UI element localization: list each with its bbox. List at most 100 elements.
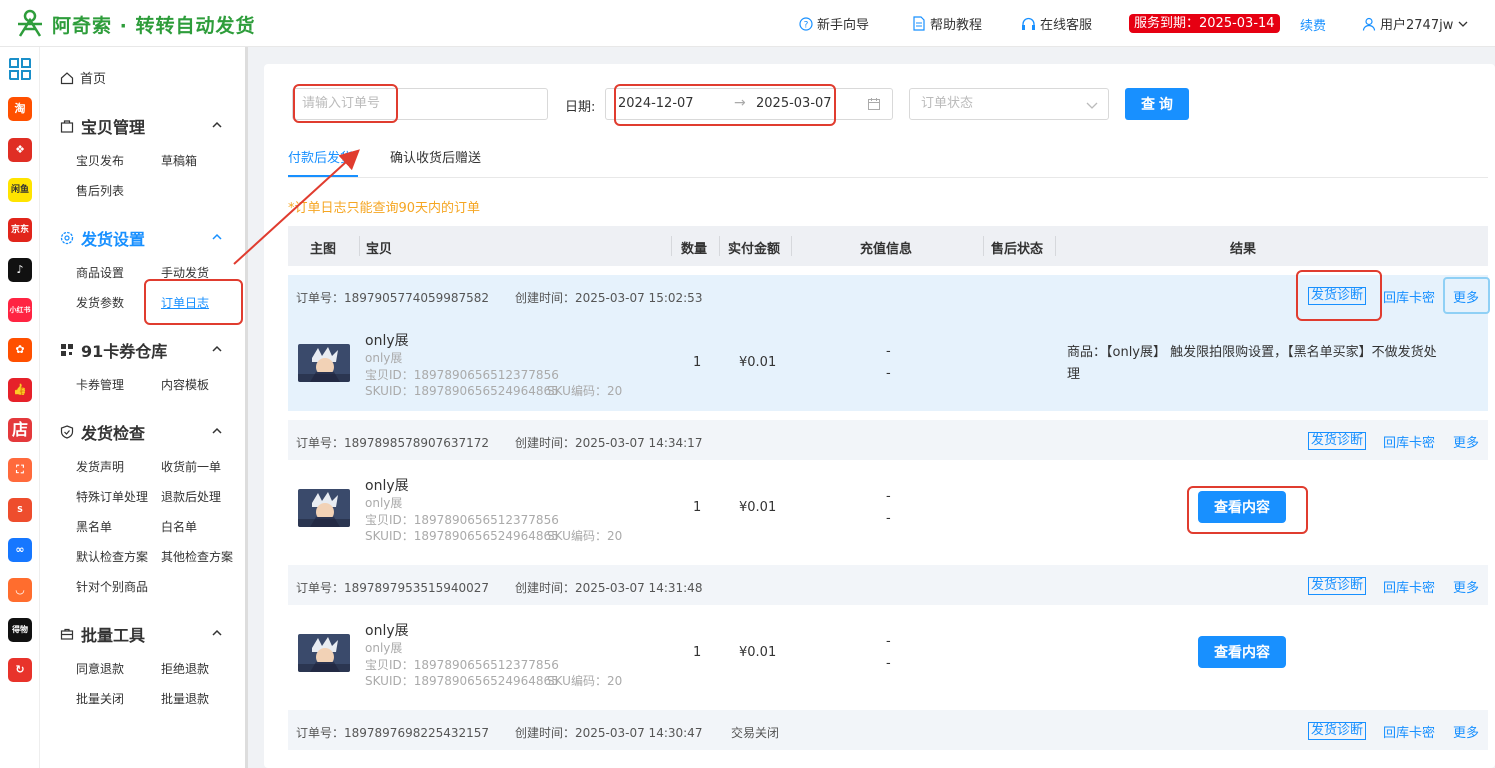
expiry-badge: 服务到期：2025-03-14 [1129,14,1280,33]
order-row: only展 only展 宝贝ID：1897890656512377856 SKU… [288,605,1488,701]
sidebar-item-blacklist[interactable]: 黑名单 [76,518,112,535]
return-card-button[interactable]: 回库卡密 [1383,287,1435,306]
more-button[interactable]: 更多 [1453,577,1479,596]
return-card-button[interactable]: 回库卡密 [1383,432,1435,451]
sidebar-item-batch-refund[interactable]: 批量退款 [161,690,209,707]
jingdong-icon[interactable]: 京东 [8,218,32,242]
store-icon[interactable]: 店 [8,418,32,442]
chevron-up-icon[interactable] [212,344,222,354]
sidebar-item-publish[interactable]: 宝贝发布 [76,152,124,169]
thumbs-up-icon[interactable]: 👍 [8,378,32,402]
order-created: 创建时间：2025-03-07 14:31:48 [515,581,703,595]
sidebar-item-default-check[interactable]: 默认检查方案 [76,548,148,565]
pinduoduo-icon[interactable]: ❖ [8,138,32,162]
view-content-button[interactable]: 查看内容 [1198,636,1286,668]
date-start[interactable]: 2024-12-07 [618,96,694,111]
chevron-up-icon[interactable] [212,232,222,242]
tab-confirm-gift[interactable]: 确认收货后赠送 [390,147,481,166]
xiaohongshu-icon[interactable]: 小红书 [8,298,32,322]
bag-icon [60,120,74,133]
sidebar-item-ship-params[interactable]: 发货参数 [76,294,124,311]
chevron-up-icon[interactable] [212,426,222,436]
link-icon[interactable]: ∞ [8,538,32,562]
more-button[interactable]: 更多 [1453,722,1479,741]
renew-link[interactable]: 续费 [1300,15,1326,34]
product-name: only展 [365,478,409,494]
guide-link[interactable]: ? 新手向导 [799,14,869,33]
sidebar-item-card-management[interactable]: 卡券管理 [76,376,124,393]
sidebar-item-drafts[interactable]: 草稿箱 [161,152,197,169]
group-shipping-check[interactable]: 发货检查 [60,420,145,444]
diagnose-button[interactable]: 发货诊断 [1308,577,1367,595]
dewu-icon[interactable]: 得物 [8,618,32,642]
tutorial-link[interactable]: 帮助教程 [912,14,982,33]
diagnose-button[interactable]: 发货诊断 [1308,287,1367,305]
brand-logo[interactable]: 阿奇索 · 转转自动发货 [14,8,255,40]
query-button[interactable]: 查 询 [1125,88,1189,120]
more-button[interactable]: 更多 [1453,287,1479,306]
product-subtitle: only展 [365,496,403,510]
chevron-up-icon[interactable] [212,120,222,130]
column-divider [1055,236,1056,256]
grid-apps-icon[interactable] [8,57,32,81]
arrow-right-icon: → [734,95,746,111]
sidebar-item-order-log[interactable]: 订单日志 [161,294,209,311]
column-header: 宝贝 [366,242,393,257]
diagnose-button[interactable]: 发货诊断 [1308,432,1367,450]
more-button[interactable]: 更多 [1453,432,1479,451]
order-created: 创建时间：2025-03-07 15:02:53 [515,291,703,305]
sidebar-item-ship-statement[interactable]: 发货声明 [76,458,124,475]
return-card-button[interactable]: 回库卡密 [1383,722,1435,741]
sidebar-item-reject-refund[interactable]: 拒绝退款 [161,660,209,677]
recharge-info: - [886,634,891,649]
sidebar-item-agree-refund[interactable]: 同意退款 [76,660,124,677]
sidebar-item-content-template[interactable]: 内容模板 [161,376,209,393]
sidebar-item-post-refund[interactable]: 退款后处理 [161,488,221,505]
group-goods-management[interactable]: 宝贝管理 [60,114,145,138]
douyin-icon[interactable]: ♪ [8,258,32,282]
sidebar-item-product-settings[interactable]: 商品设置 [76,264,124,281]
zhuanzhuan-icon[interactable]: ↻ [8,658,32,682]
order-qty: 1 [693,500,702,515]
tab-pay-ship[interactable]: 付款后发货 [288,147,353,166]
column-header: 售后状态 [991,242,1044,257]
group-batch-tools[interactable]: 批量工具 [60,622,145,646]
sidebar-item-special-orders[interactable]: 特殊订单处理 [76,488,148,505]
group-shipping-settings[interactable]: 发货设置 [60,226,145,250]
xianyu-icon[interactable]: 闲鱼 [8,178,32,202]
sidebar-item-batch-close[interactable]: 批量关闭 [76,690,124,707]
order-number-input[interactable]: 请输入订单号 [292,88,548,120]
sidebar-item-other-check[interactable]: 其他检查方案 [161,548,233,565]
diagnose-button[interactable]: 发货诊断 [1308,722,1367,740]
order-header: 订单号：1897905774059987582 创建时间：2025-03-07 … [288,275,1488,315]
table-header: 主图 宝贝 数量 实付金额 充值信息 售后状态 结果 [288,226,1488,266]
kuaishou-icon[interactable]: ✿ [8,338,32,362]
group-card-warehouse[interactable]: 91卡券仓库 [60,338,167,362]
date-range-picker[interactable]: 2024-12-07 → 2025-03-07 [605,88,893,120]
sidebar-item-aftersale[interactable]: 售后列表 [76,182,124,199]
shopping-bag-icon[interactable]: ⛶ [8,458,32,482]
sidebar-item-prereceipt[interactable]: 收货前一单 [161,458,221,475]
date-end[interactable]: 2025-03-07 [756,96,832,111]
qr-grid-icon [61,344,73,356]
sidebar-item-whitelist[interactable]: 白名单 [161,518,197,535]
chevron-up-icon[interactable] [212,628,222,638]
sidebar-item-manual-ship[interactable]: 手动发货 [161,264,209,281]
order-created: 创建时间：2025-03-07 14:34:17 [515,436,703,450]
fish-icon[interactable]: ◡ [8,578,32,602]
shopee-icon[interactable]: S [8,498,32,522]
order-status-select[interactable]: 订单状态 [909,88,1109,120]
guide-label: 新手向导 [817,18,870,33]
order-status-placeholder: 订单状态 [921,96,974,111]
support-link[interactable]: 在线客服 [1021,14,1092,33]
return-card-button[interactable]: 回库卡密 [1383,577,1435,596]
taobao-icon[interactable]: 淘 [8,97,32,121]
product-id: 宝贝ID：1897890656512377856 [365,368,559,382]
product-sku-code: SKU编码：20 [547,529,623,543]
view-content-button[interactable]: 查看内容 [1198,491,1286,523]
question-circle-icon: ? [799,16,813,31]
sidebar-item-specific-goods[interactable]: 针对个别商品 [76,578,148,595]
user-name: 用户2747jw [1380,18,1454,33]
sidebar-item-home[interactable]: 首页 [60,68,106,87]
user-menu[interactable]: 用户2747jw [1362,14,1473,33]
